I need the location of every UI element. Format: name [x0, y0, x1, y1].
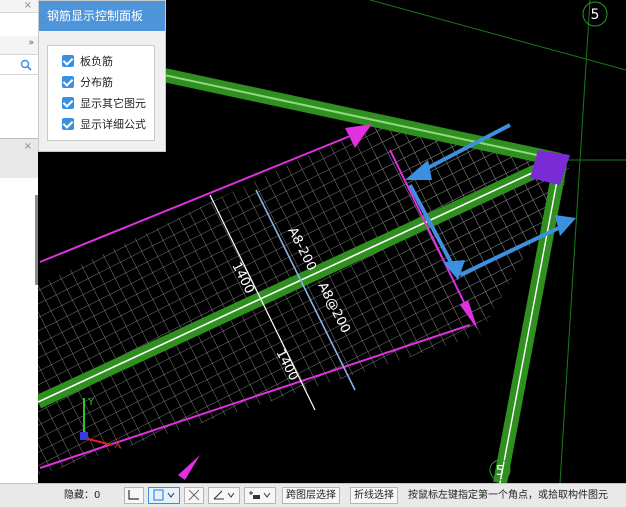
status-bar: 隐藏：0 跨图层选择 折线选择 按鼠标左键指定第一个角点，或拾取构件图元 — [0, 483, 626, 507]
left-lower-panel — [0, 178, 38, 483]
option-label: 显示详细公式 — [80, 118, 146, 131]
coord-x-label: X — [114, 440, 121, 451]
option-label: 板负筋 — [80, 55, 113, 68]
option-label: 显示其它图元 — [80, 97, 146, 110]
checkbox-checked-icon[interactable] — [62, 97, 74, 109]
coord-y-label: Y — [87, 397, 95, 408]
option-show-detail-formula[interactable]: 显示详细公式 — [62, 117, 146, 133]
origin-marker — [80, 432, 88, 440]
checkbox-checked-icon[interactable] — [62, 55, 74, 67]
close-icon[interactable]: × — [24, 141, 32, 152]
arrow-head — [555, 215, 576, 236]
close-icon[interactable]: × — [24, 0, 32, 11]
option-distribution-rebar[interactable]: 分布筋 — [62, 75, 113, 91]
panel-title[interactable]: 钢筋显示控制面板 — [39, 1, 165, 31]
cross-select-button[interactable] — [184, 487, 204, 504]
option-negative-rebar[interactable]: 板负筋 — [62, 54, 113, 70]
angle-icon — [213, 490, 235, 500]
polyline-select-button[interactable]: 折线选择 — [350, 487, 398, 504]
offset-button[interactable] — [244, 487, 276, 504]
angle-button[interactable] — [208, 487, 240, 504]
rebar-display-control-panel[interactable]: 钢筋显示控制面板 板负筋 分布筋 显示其它图元 显示详细公式 — [38, 0, 166, 152]
option-show-other-elements[interactable]: 显示其它图元 — [62, 96, 146, 112]
option-label: 分布筋 — [80, 76, 113, 89]
offset-icon — [249, 491, 271, 499]
arrow-head — [178, 455, 200, 480]
axis-label-top: 5 — [591, 7, 600, 23]
cross-icon — [188, 489, 200, 501]
axis-label-bottom: 5 — [496, 464, 504, 479]
checkbox-checked-icon[interactable] — [62, 76, 74, 88]
ortho-icon — [128, 490, 139, 500]
status-hint: 按鼠标左键指定第一个角点，或拾取构件图元 — [408, 490, 608, 501]
ortho-mode-button[interactable] — [124, 487, 144, 504]
search-icon[interactable] — [20, 59, 32, 71]
checkbox-checked-icon[interactable] — [62, 118, 74, 130]
cross-layer-select-button[interactable]: 跨图层选择 — [282, 487, 340, 504]
snap-icon — [153, 489, 175, 501]
hidden-count: 隐藏：0 — [64, 490, 101, 501]
strip-search — [0, 56, 38, 75]
collapse-icon[interactable]: » — [28, 38, 34, 48]
strip-divider: × — [0, 138, 38, 180]
panel-options-box: 板负筋 分布筋 显示其它图元 显示详细公式 — [47, 45, 155, 141]
axis-line — [559, 0, 591, 483]
snap-mode-button[interactable] — [148, 487, 180, 504]
strip-header: × — [0, 0, 38, 13]
strip-toolbar: » — [0, 36, 38, 55]
